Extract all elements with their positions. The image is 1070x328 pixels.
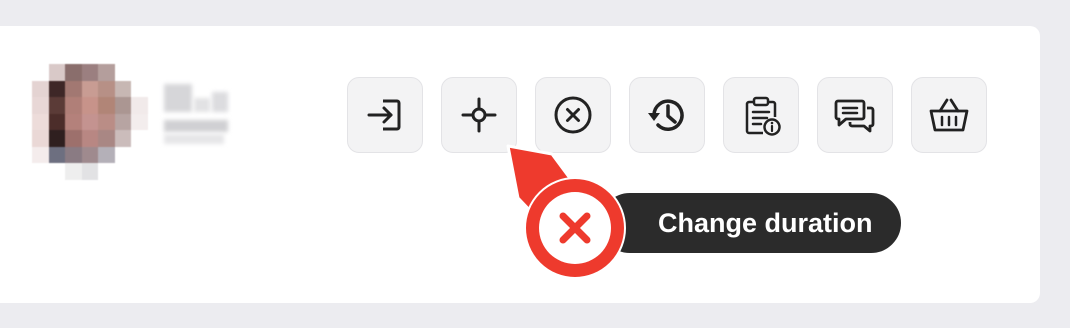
login-icon <box>367 99 401 131</box>
avatar[interactable] <box>32 64 148 180</box>
tooltip-text: Change duration <box>658 207 873 238</box>
login-button[interactable] <box>347 77 423 153</box>
cancel-circle-icon <box>554 96 592 134</box>
clipboard-info-button[interactable] <box>723 77 799 153</box>
crosshair-icon <box>461 97 497 133</box>
user-name-redacted <box>162 80 252 150</box>
messages-button[interactable] <box>817 77 893 153</box>
history-icon <box>648 99 684 131</box>
clipboard-info-icon <box>745 96 781 136</box>
tooltip: Change duration <box>598 191 903 255</box>
basket-button[interactable] <box>911 77 987 153</box>
basket-icon <box>929 98 969 132</box>
close-icon[interactable] <box>523 176 627 280</box>
chat-bubbles-icon <box>834 99 875 133</box>
